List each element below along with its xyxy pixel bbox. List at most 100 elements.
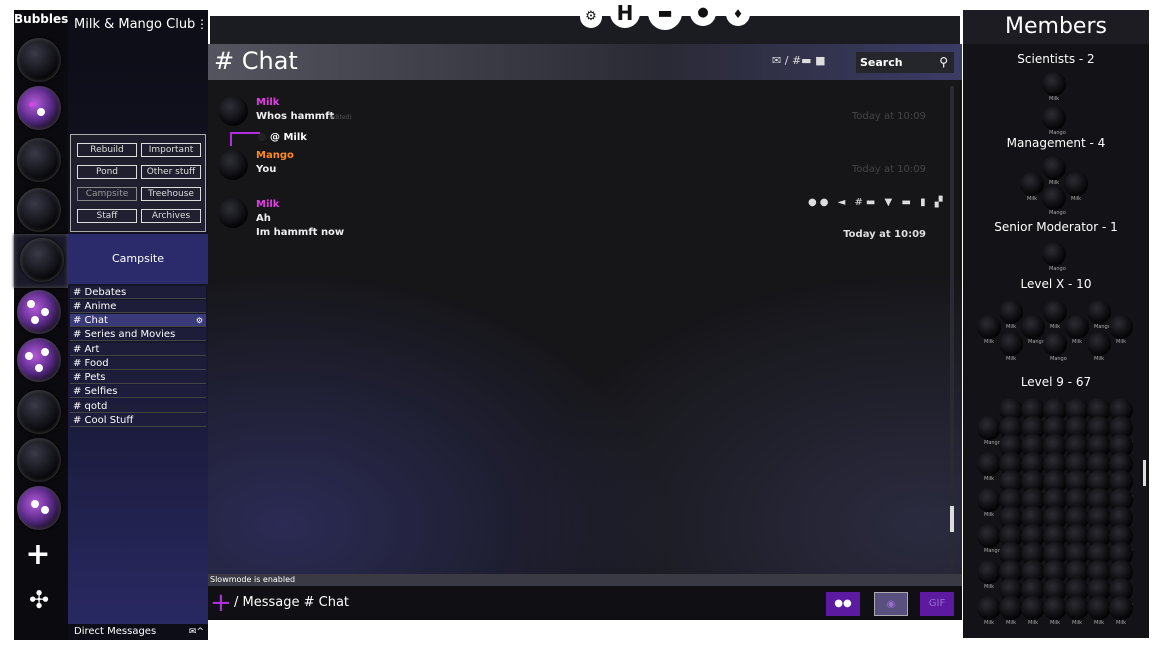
member-avatar[interactable] (977, 452, 1001, 476)
dm-toggle-icon[interactable]: ✉^ (189, 624, 204, 640)
category-button[interactable]: Important (141, 143, 201, 157)
emoji-button[interactable]: ●● (826, 592, 860, 616)
member-avatar[interactable] (999, 332, 1023, 356)
channel-item[interactable]: # Debates (70, 286, 206, 299)
member-avatar[interactable] (977, 596, 1001, 620)
category-button[interactable]: Pond (77, 165, 137, 179)
settings-icon[interactable]: ⚙ (580, 6, 602, 28)
sticker-button[interactable]: ◉ (874, 592, 908, 616)
member-avatar[interactable] (1042, 72, 1066, 96)
bubble-server[interactable] (17, 138, 61, 182)
search-input[interactable]: Search ⚲ (856, 52, 954, 73)
channel-item[interactable]: # Series and Movies (70, 328, 206, 341)
channel-item[interactable]: # qotd (70, 400, 206, 413)
bubble-server[interactable] (17, 486, 61, 530)
avatar[interactable] (218, 96, 248, 126)
avatar[interactable] (218, 198, 248, 228)
members-scrollbar[interactable] (1143, 460, 1146, 486)
scrollbar-thumb[interactable] (950, 506, 954, 532)
notifications-icon[interactable]: ♦ (726, 2, 750, 26)
edit-icon[interactable]: ▬ (901, 197, 913, 208)
attach-plus-icon[interactable]: + (210, 586, 232, 620)
threads-icon[interactable]: #▬ (792, 54, 812, 67)
message-author[interactable]: Milk (256, 199, 279, 210)
member-avatar[interactable] (1043, 332, 1067, 356)
channel-item[interactable]: # Anime (70, 300, 206, 313)
message-timestamp: Today at 10:09 (851, 111, 926, 122)
member-avatar[interactable] (1109, 315, 1133, 339)
member-avatar[interactable] (999, 596, 1023, 620)
member-avatar[interactable] (977, 315, 1001, 339)
member-avatar[interactable] (977, 488, 1001, 512)
server-name[interactable]: Milk & Mango Club (74, 17, 195, 32)
member-avatar[interactable] (1042, 186, 1066, 210)
react-icon[interactable]: ●● (808, 197, 831, 208)
category-button[interactable]: Archives (141, 209, 201, 223)
bubble-server[interactable] (17, 338, 61, 382)
message-composer[interactable]: + / Message # Chat ●● ◉ GIF (208, 586, 962, 620)
pin-icon[interactable]: ▼ (885, 197, 896, 208)
member-avatar[interactable] (1021, 596, 1045, 620)
member-avatar[interactable] (1087, 596, 1111, 620)
reply-icon[interactable]: ◄ (838, 197, 849, 208)
channel-item[interactable]: # Pets (70, 371, 206, 384)
member-avatar[interactable] (1064, 172, 1088, 196)
profile-icon[interactable]: ● (690, 0, 716, 26)
category-button[interactable]: Other stuff (141, 165, 201, 179)
inbox-icon[interactable]: ✉ (772, 54, 781, 67)
reply-reference[interactable]: @ Milk (270, 132, 307, 143)
member-avatar[interactable] (1021, 315, 1045, 339)
thread-icon[interactable]: #▬ (855, 197, 879, 208)
member-avatar[interactable] (1065, 596, 1089, 620)
gif-button[interactable]: GIF (920, 592, 954, 616)
direct-messages-bar[interactable]: Direct Messages ✉^ (68, 624, 208, 640)
explore-bubbles-icon[interactable]: ✣ (20, 586, 58, 620)
avatar[interactable] (218, 150, 248, 180)
member-name: Milk (1072, 339, 1082, 345)
bubble-server-active[interactable] (14, 234, 68, 288)
member-avatar[interactable] (977, 560, 1001, 584)
category-button[interactable]: Rebuild (77, 143, 137, 157)
member-avatar[interactable] (1109, 596, 1133, 620)
member-avatar[interactable] (1087, 300, 1111, 324)
member-avatar[interactable] (1087, 332, 1111, 356)
search-pin-icon[interactable]: ⚲ (939, 52, 948, 73)
member-avatar[interactable] (1043, 596, 1067, 620)
channel-item-selected[interactable]: # Chat ⚙ (70, 314, 206, 327)
pinned-icon[interactable]: ■ (815, 54, 825, 67)
member-avatar[interactable] (977, 416, 1001, 440)
channel-item[interactable]: # Selfies (70, 385, 206, 398)
bubble-server[interactable] (17, 86, 61, 130)
category-button[interactable]: Campsite (77, 187, 137, 201)
channel-settings-icon[interactable]: ⚙ (196, 314, 203, 327)
member-avatar[interactable] (999, 300, 1023, 324)
add-server-icon[interactable]: + (22, 540, 54, 572)
composer-placeholder[interactable]: / Message # Chat (234, 595, 349, 610)
members-title: Members (963, 10, 1149, 44)
bubble-server[interactable] (17, 38, 61, 82)
server-menu-icon[interactable]: ⋮ (196, 17, 208, 31)
message-author[interactable]: Mango (256, 150, 294, 161)
member-avatar[interactable] (1042, 242, 1066, 266)
member-avatar[interactable] (1043, 300, 1067, 324)
channel-item[interactable]: # Cool Stuff (70, 414, 206, 427)
member-avatar[interactable] (977, 524, 1001, 548)
bubble-server[interactable] (17, 438, 61, 482)
more-icon[interactable]: ▞ (935, 197, 946, 208)
message-scrollbar[interactable] (950, 86, 954, 570)
member-avatar[interactable] (1042, 156, 1066, 180)
bubble-server[interactable] (17, 188, 61, 232)
member-name: Mango (1049, 130, 1066, 136)
member-avatar[interactable] (1042, 106, 1066, 130)
slash-commands-icon[interactable]: / (785, 54, 789, 67)
member-avatar[interactable] (1065, 315, 1089, 339)
member-avatar[interactable] (1020, 172, 1044, 196)
message-author[interactable]: Milk (256, 97, 279, 108)
bubble-server[interactable] (17, 290, 61, 334)
category-button[interactable]: Treehouse (141, 187, 201, 201)
channel-item[interactable]: # Art (70, 343, 206, 356)
channel-item[interactable]: # Food (70, 357, 206, 370)
category-button[interactable]: Staff (77, 209, 137, 223)
bubble-server[interactable] (17, 390, 61, 434)
delete-icon[interactable]: ▮ (920, 197, 929, 208)
